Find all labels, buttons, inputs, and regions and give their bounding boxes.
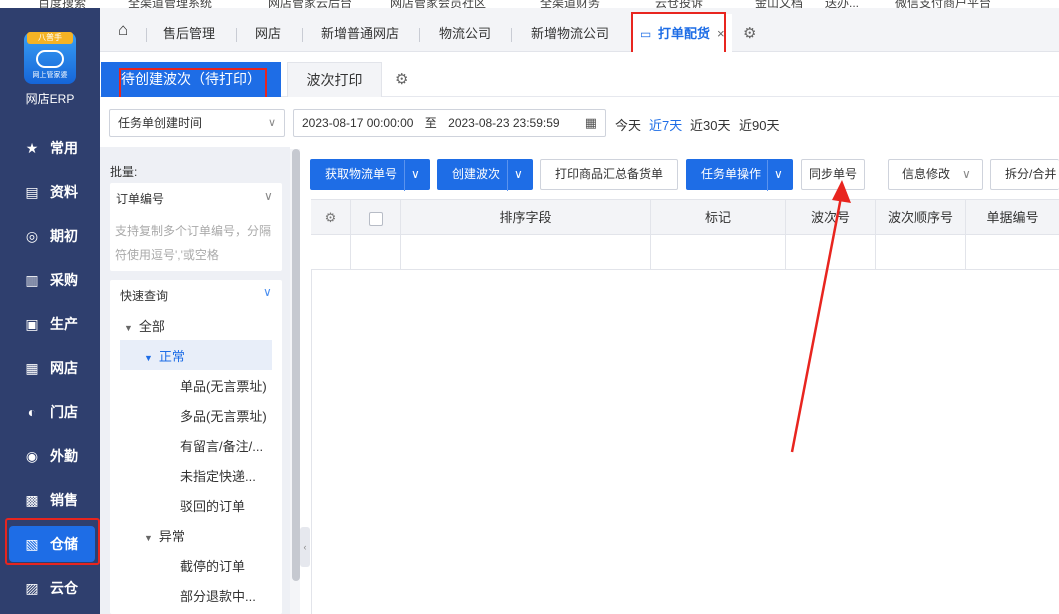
annotation-arrow-line bbox=[790, 191, 844, 453]
annotation-arrow bbox=[790, 180, 851, 453]
annotation-arrow-head bbox=[832, 180, 851, 203]
